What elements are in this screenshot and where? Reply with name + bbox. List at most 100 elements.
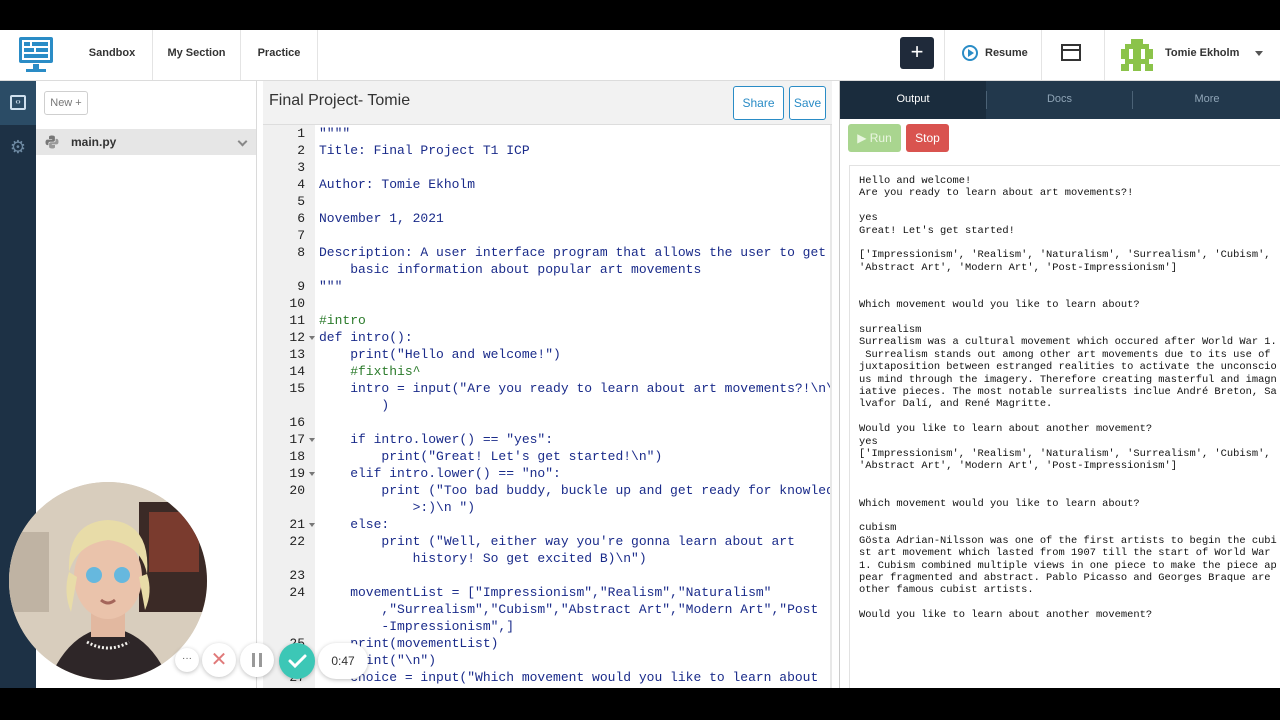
code-line: """" — [319, 126, 351, 141]
python-icon — [45, 135, 59, 149]
code-line: print ("Well, either way you're gonna le… — [319, 534, 795, 549]
code-line: Author: Tomie Ekholm — [319, 177, 476, 192]
code-line: """ — [319, 279, 343, 294]
code-line: Description: A user interface program th… — [319, 245, 827, 260]
code-line: history! So get excited B)\n") — [319, 551, 647, 566]
line-number: 6 — [297, 211, 305, 226]
code-line: ) — [319, 398, 390, 413]
tab-output[interactable]: Output — [840, 81, 986, 119]
output-panel: Output Docs More ▶ Run Stop Hello and we… — [839, 81, 1280, 688]
file-row-main-py[interactable]: main.py — [36, 129, 256, 155]
avatar — [1119, 37, 1155, 73]
chevron-down-icon[interactable] — [237, 136, 248, 147]
project-title: Final Project- Tomie — [269, 92, 411, 109]
user-menu[interactable]: Tomie Ekholm — [1104, 30, 1280, 80]
line-number: 9 — [297, 279, 305, 294]
line-number: 3 — [297, 160, 305, 175]
console-output[interactable]: Hello and welcome! Are you ready to lear… — [849, 165, 1280, 688]
more-options-button[interactable]: ··· — [175, 648, 199, 672]
code-line: print("Hello and welcome!") — [319, 347, 561, 362]
save-button[interactable]: Save — [789, 86, 826, 120]
play-circle-icon — [962, 45, 978, 61]
code-brackets-icon: ‹› — [10, 95, 26, 110]
checkmark-icon — [288, 654, 307, 669]
line-number: 23 — [289, 568, 305, 583]
stop-button[interactable]: Stop — [906, 124, 949, 152]
pause-icon — [252, 653, 262, 667]
line-number: 2 — [297, 143, 305, 158]
line-number: 22 — [289, 534, 305, 549]
finish-recording-button[interactable] — [279, 643, 315, 679]
editor-header: Final Project- Tomie Share Save — [263, 81, 832, 125]
code-line: def intro(): — [319, 330, 413, 345]
code-line: November 1, 2021 — [319, 211, 444, 226]
webcam-feed — [9, 482, 207, 680]
recording-timer: 0:47 — [318, 643, 368, 679]
pause-recording-button[interactable] — [240, 643, 274, 677]
play-icon: ▶ — [857, 131, 870, 145]
line-number: 16 — [289, 415, 305, 430]
line-number-gutter: 1234567891011121314151617181920212223242… — [263, 125, 315, 688]
code-line: -Impressionism",] — [319, 619, 515, 634]
nav-tab-sandbox[interactable]: Sandbox — [72, 30, 153, 80]
codehs-logo[interactable] — [18, 36, 54, 74]
code-line: #fixthis^ — [319, 364, 421, 379]
close-icon: ✕ — [210, 649, 228, 671]
screen: Sandbox My Section Practice + Resume Tom… — [0, 0, 1280, 720]
code-editor[interactable]: 1234567891011121314151617181920212223242… — [263, 125, 832, 688]
line-number: 1 — [297, 126, 305, 141]
line-number: 10 — [289, 296, 305, 311]
line-number: 20 — [289, 483, 305, 498]
fold-arrow-icon[interactable] — [309, 438, 315, 442]
gear-icon[interactable]: ⚙ — [9, 138, 27, 156]
code-line: elif intro.lower() == "no": — [319, 466, 561, 481]
code-line: else: — [319, 517, 390, 532]
code-line: #intro — [319, 313, 366, 328]
code-line: Title: Final Project T1 ICP — [319, 143, 530, 158]
user-name: Tomie Ekholm — [1165, 47, 1240, 59]
line-number: 14 — [289, 364, 305, 379]
code-line: ?\n\n") — [319, 686, 436, 688]
new-file-button[interactable]: New + — [44, 91, 88, 115]
fold-arrow-icon[interactable] — [309, 336, 315, 340]
fold-arrow-icon[interactable] — [309, 472, 315, 476]
code-line: choice = input("Which movement would you… — [319, 670, 819, 685]
discard-recording-button[interactable]: ✕ — [202, 643, 236, 677]
code-line: print ("Too bad buddy, buckle up and get… — [319, 483, 832, 498]
code-line: print("Great! Let's get started!\n") — [319, 449, 663, 464]
chevron-down-icon — [1255, 51, 1263, 56]
console-text: Hello and welcome! Are you ready to lear… — [859, 175, 1277, 622]
resume-button[interactable]: Resume — [944, 30, 1042, 80]
nav-tab-practice[interactable]: Practice — [241, 30, 318, 80]
code-line: movementList = ["Impressionism","Realism… — [319, 585, 772, 600]
code-line: ,"Surrealism","Cubism","Abstract Art","M… — [319, 602, 819, 617]
fold-arrow-icon[interactable] — [309, 523, 315, 527]
line-number: 13 — [289, 347, 305, 362]
output-tabs: Output Docs More — [840, 81, 1280, 119]
editor-scrollbar[interactable] — [830, 125, 832, 688]
nav-tab-my-section[interactable]: My Section — [153, 30, 241, 80]
top-nav: Sandbox My Section Practice + Resume Tom… — [0, 30, 1280, 81]
create-new-button[interactable]: + — [900, 37, 934, 69]
code-line: intro = input("Are you ready to learn ab… — [319, 381, 832, 396]
code-line: if intro.lower() == "yes": — [319, 432, 554, 447]
line-number: 18 — [289, 449, 305, 464]
line-number: 7 — [297, 228, 305, 243]
tab-docs[interactable]: Docs — [987, 81, 1132, 119]
line-number: 24 — [289, 585, 305, 600]
run-button[interactable]: ▶ Run — [848, 124, 901, 152]
line-number: 17 — [289, 432, 305, 447]
run-label: Run — [869, 131, 892, 145]
code-line: basic information about popular art move… — [319, 262, 702, 277]
line-number: 8 — [297, 245, 305, 260]
webcam-bubble[interactable] — [9, 482, 207, 680]
share-button[interactable]: Share — [733, 86, 784, 120]
line-number: 19 — [289, 466, 305, 481]
tab-more[interactable]: More — [1133, 81, 1280, 119]
browser-window-icon[interactable] — [1061, 44, 1081, 61]
file-name: main.py — [71, 135, 117, 149]
code-line: >:)\n ") — [319, 500, 476, 515]
resume-label: Resume — [985, 47, 1028, 59]
rail-code-tab[interactable]: ‹› — [0, 81, 36, 125]
line-number: 5 — [297, 194, 305, 209]
